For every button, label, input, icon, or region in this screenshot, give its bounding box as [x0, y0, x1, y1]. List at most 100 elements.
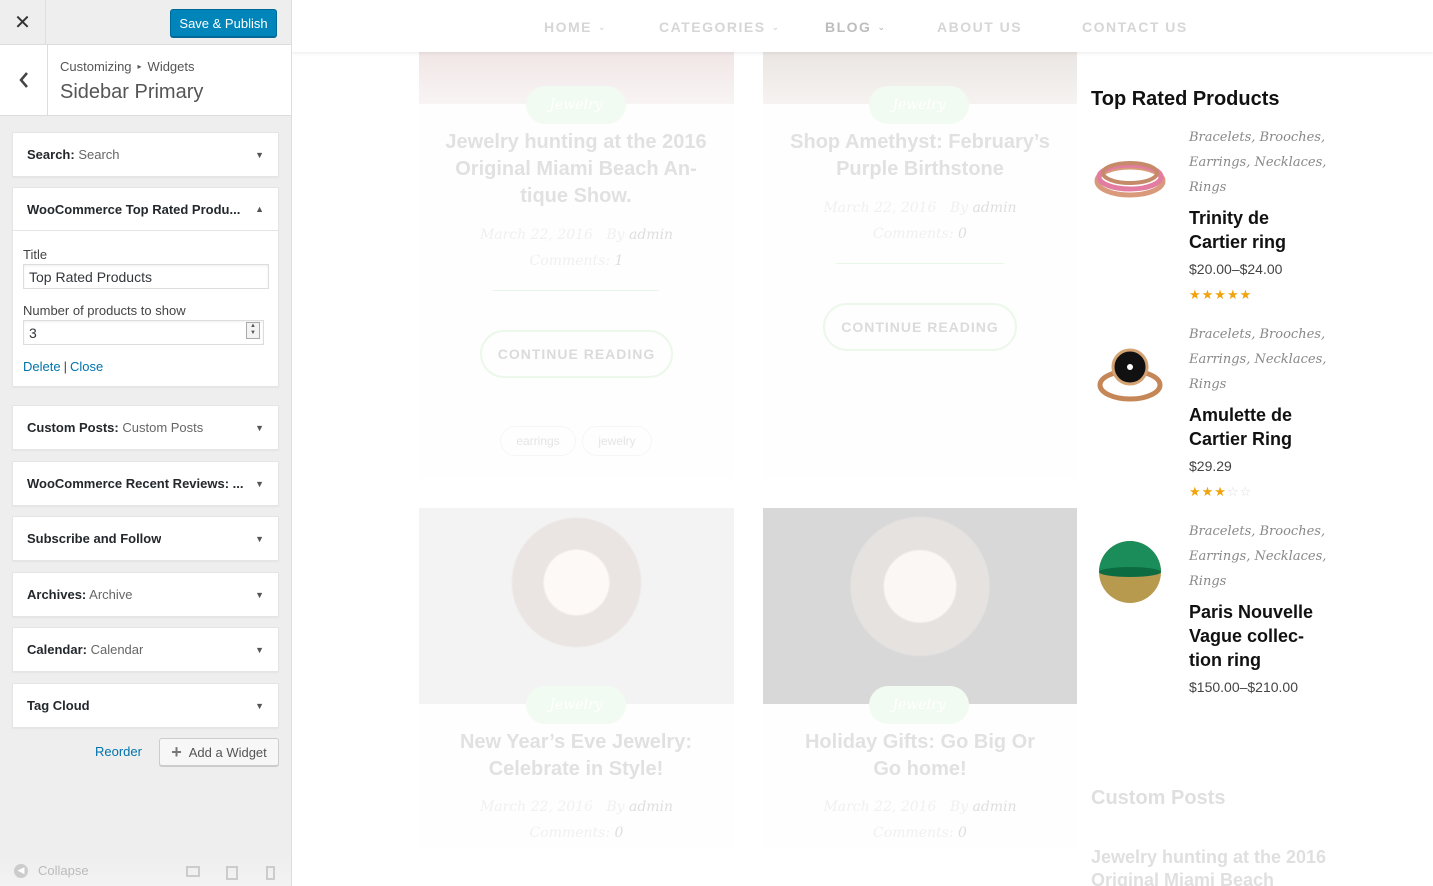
nav-about[interactable]: ABOUT US [937, 19, 1022, 35]
triangle-down-icon[interactable]: ▼ [255, 479, 264, 489]
continue-reading-button[interactable]: CONTINUE READING [480, 330, 673, 378]
widget-header[interactable]: Archives: Archive ▼ [13, 573, 278, 616]
ring-amulette-icon[interactable] [1091, 340, 1169, 410]
triangle-down-icon[interactable]: ▼ [255, 701, 264, 711]
widget-form: Title Number of products to show ▲▼ Dele… [13, 231, 278, 386]
custom-post-link[interactable]: Jewelry hunting at the 2016 Original Mia… [1091, 846, 1331, 886]
widget-top-rated-products[interactable]: WooCommerce Top Rated Produ... ▲ Title N… [12, 187, 279, 387]
post-image[interactable] [419, 508, 734, 704]
widget-tag-cloud[interactable]: Tag Cloud ▼ [12, 683, 279, 728]
nav-contact[interactable]: CONTACT US [1082, 19, 1188, 35]
product-name[interactable]: Amulette de Cartier Ring [1189, 403, 1329, 451]
rating-stars: ★★★★★ [1189, 287, 1253, 302]
save-publish-button[interactable]: Save & Publish [170, 9, 277, 37]
back-icon[interactable] [0, 45, 48, 115]
product-item[interactable]: Bracelets, Brooches, Earrings, Necklaces… [1091, 519, 1331, 704]
product-categories: Bracelets, Brooches, Earrings, Necklaces… [1189, 327, 1327, 392]
product-price: $20.00–$24.00 [1189, 261, 1283, 277]
desktop-preview-icon[interactable] [186, 866, 200, 877]
product-price: $29.29 [1189, 458, 1232, 474]
product-name[interactable]: Trinity de Cartier ring [1189, 206, 1329, 254]
spinner-icon[interactable]: ▲ ▼ [246, 322, 260, 339]
post-title[interactable]: New Year’s Eve Jewelry: Celebrate in Sty… [442, 729, 710, 783]
ring-trinity-icon[interactable] [1091, 143, 1169, 213]
triangle-down-icon[interactable]: ▼ [255, 423, 264, 433]
widget-header[interactable]: Calendar: Calendar ▼ [13, 628, 278, 671]
post-meta: March 22, 2016 By admin Comments: 0 [823, 799, 1017, 841]
post-meta: March 22, 2016 By admin Comments: 0 [479, 799, 674, 841]
triangle-up-icon[interactable]: ▲ [255, 204, 264, 214]
delete-link[interactable]: Delete [23, 359, 61, 374]
customizer-panel: ✕ Save & Publish Customizing ▸ Widgets Sid… [0, 0, 292, 886]
widget-custom-posts[interactable]: Custom Posts: Custom Posts ▼ [12, 405, 279, 450]
widget-title: Search: [27, 147, 75, 162]
widget-title-custom-posts: Custom Posts [1091, 787, 1226, 809]
widget-header[interactable]: Search: Search ▼ [13, 133, 278, 176]
nav-categories[interactable]: CATEGORIES ⌄ [659, 19, 781, 35]
triangle-down-icon[interactable]: ▼ [255, 150, 264, 160]
site-preview: HOME ⌄ CATEGORIES ⌄ BLOG ⌄ ABOUT US CONTACT… [292, 0, 1433, 886]
tag-jewelry[interactable]: jewelry [582, 426, 652, 456]
post-image[interactable] [763, 508, 1077, 704]
category-pill[interactable]: Jewelry [526, 86, 626, 124]
continue-reading-button[interactable]: CONTINUE READING [823, 303, 1017, 351]
triangle-down-icon[interactable]: ▼ [255, 645, 264, 655]
chevron-down-icon: ⌄ [877, 22, 887, 32]
rating-stars: ★★★☆☆ [1189, 484, 1253, 499]
product-categories: Bracelets, Brooches, Earrings, Necklaces… [1189, 130, 1327, 195]
nav-blog[interactable]: BLOG ⌄ [825, 19, 887, 35]
widget-subscribe-follow[interactable]: Subscribe and Follow ▼ [12, 516, 279, 561]
section-header: Customizing ▸ Widgets Sidebar Primary [0, 45, 291, 116]
widget-archives[interactable]: Archives: Archive ▼ [12, 572, 279, 617]
tag-earrings[interactable]: earrings [500, 426, 576, 456]
divider [492, 290, 659, 291]
section-title: Sidebar Primary [60, 81, 204, 103]
ring-paris-icon[interactable] [1091, 537, 1169, 607]
widget-calendar[interactable]: Calendar: Calendar ▼ [12, 627, 279, 672]
widget-title: Subscribe and Follow [27, 531, 162, 546]
add-widget-label: Add a Widget [188, 744, 267, 760]
category-pill[interactable]: Jewelry [526, 686, 626, 724]
tablet-preview-icon[interactable] [226, 866, 238, 880]
close-icon[interactable]: ✕ [0, 0, 46, 45]
category-pill[interactable]: Jewelry [869, 686, 969, 724]
widget-title-top-rated: Top Rated Products [1091, 88, 1280, 110]
customizer-header: ✕ Save & Publish [0, 0, 291, 45]
widget-recent-reviews[interactable]: WooCommerce Recent Reviews: ... ▼ [12, 461, 279, 506]
widget-header[interactable]: Custom Posts: Custom Posts ▼ [13, 406, 278, 449]
post-title[interactable]: Shop Amethyst: February’s Purple Birthst… [780, 129, 1060, 183]
widget-subtitle: Archive [89, 587, 133, 602]
widget-search[interactable]: Search: Search ▼ [12, 132, 279, 177]
triangle-down-icon[interactable]: ▼ [255, 534, 264, 544]
widget-title: Custom Posts: [27, 420, 119, 435]
widget-header[interactable]: WooCommerce Top Rated Produ... ▲ [13, 188, 278, 231]
product-item[interactable]: Bracelets, Brooches, Earrings, Necklaces… [1091, 322, 1331, 507]
category-pill[interactable]: Jewelry [869, 86, 969, 124]
post-title[interactable]: Jewelry hunting at the 2016 Original Mia… [442, 129, 710, 210]
add-widget-button[interactable]: + Add a Widget [159, 738, 279, 766]
mobile-preview-icon[interactable] [266, 866, 275, 880]
chevron-down-icon: ⌄ [598, 22, 608, 32]
product-item[interactable]: Bracelets, Brooches, Earrings, Necklaces… [1091, 125, 1331, 310]
reorder-link[interactable]: Reorder [95, 744, 142, 759]
widget-header[interactable]: Subscribe and Follow ▼ [13, 517, 278, 560]
widget-title: Calendar: [27, 642, 87, 657]
title-field[interactable] [23, 264, 269, 289]
widget-title: Tag Cloud [27, 698, 90, 713]
collapse-label[interactable]: Collapse [38, 863, 89, 878]
count-label: Number of products to show [23, 303, 186, 318]
plus-icon: + [171, 741, 182, 762]
nav-home[interactable]: HOME ⌄ [544, 19, 607, 35]
widget-header[interactable]: Tag Cloud ▼ [13, 684, 278, 727]
product-name[interactable]: Paris Nouvelle Vague collec-tion ring [1189, 600, 1329, 672]
triangle-down-icon[interactable]: ▼ [255, 590, 264, 600]
post-meta: March 22, 2016 By admin Comments: 1 [479, 227, 674, 269]
count-stepper[interactable]: ▲▼ [23, 318, 264, 345]
widget-title: Archives: [27, 587, 87, 602]
product-categories: Bracelets, Brooches, Earrings, Necklaces… [1189, 524, 1327, 589]
close-link[interactable]: Close [70, 359, 103, 374]
collapse-icon[interactable]: ◀ [14, 863, 28, 878]
post-title[interactable]: Holiday Gifts: Go Big Or Go home! [792, 729, 1048, 783]
count-field[interactable] [23, 320, 264, 345]
widget-header[interactable]: WooCommerce Recent Reviews: ... ▼ [13, 462, 278, 505]
